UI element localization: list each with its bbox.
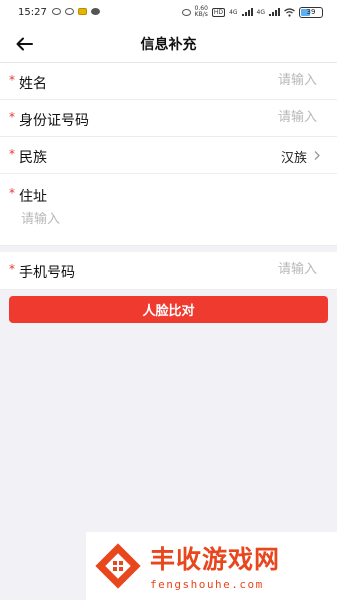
status-time: 15:27: [18, 7, 47, 18]
id-number-row: * 身份证号码: [0, 100, 337, 137]
name-input[interactable]: [165, 72, 319, 89]
phone-label: 手机号码: [19, 265, 75, 281]
phone-row: * 手机号码: [0, 252, 337, 290]
address-label: 住址: [19, 189, 47, 205]
app-notification-icon: [78, 8, 87, 15]
nav-bar: 信息补充: [0, 26, 337, 63]
required-mark: *: [9, 262, 15, 276]
required-mark: *: [9, 110, 15, 124]
info-form: * 姓名 * 身份证号码 * 民族 汉族 * 住址 * 手机号码: [0, 63, 337, 290]
alarm-icon: [181, 8, 191, 16]
address-row: * 住址: [0, 174, 337, 246]
signal-icon-2: [269, 8, 280, 16]
name-row: * 姓名: [0, 63, 337, 100]
ethnicity-value: 汉族: [280, 151, 307, 166]
net-speed-unit: KB/s: [194, 11, 208, 18]
notification-icon: [52, 8, 61, 15]
site-logo-icon: [95, 543, 141, 589]
net-speed: 0.60 KB/s: [195, 6, 208, 18]
battery-icon: 39: [299, 6, 323, 18]
signal-icon: [241, 8, 253, 16]
name-label: 姓名: [19, 76, 47, 92]
message-icon: [91, 8, 100, 15]
address-input[interactable]: [19, 207, 313, 231]
phone-input[interactable]: [165, 261, 319, 278]
id-number-label: 身份证号码: [19, 113, 89, 129]
face-compare-button[interactable]: 人脸比对: [9, 296, 328, 323]
net-type-2: 4G: [256, 8, 265, 16]
notification-icon: [65, 8, 74, 15]
watermark-subtitle: fengshouhe.com: [150, 578, 264, 591]
required-mark: *: [9, 147, 15, 161]
ethnicity-label: 民族: [19, 150, 47, 166]
net-type-1: 4G: [229, 8, 238, 16]
chevron-right-icon: [314, 151, 320, 160]
volte-badge: HD: [211, 7, 226, 17]
ethnicity-select[interactable]: * 民族 汉族: [0, 137, 337, 174]
required-mark: *: [9, 73, 15, 87]
required-mark: *: [9, 186, 15, 200]
status-right: 0.60 KB/s HD 4G 4G 39: [181, 6, 323, 18]
status-bar: 15:27 0.60 KB/s HD 4G 4G 39: [0, 0, 337, 26]
watermark: 丰收游戏网 fengshouhe.com: [86, 532, 337, 600]
notification-icons: [52, 8, 100, 15]
id-number-input[interactable]: [165, 109, 319, 126]
page-title: 信息补充: [140, 37, 197, 53]
battery-level: 39: [306, 7, 316, 16]
watermark-title: 丰收游戏网: [150, 545, 281, 574]
wifi-icon: [284, 7, 295, 17]
